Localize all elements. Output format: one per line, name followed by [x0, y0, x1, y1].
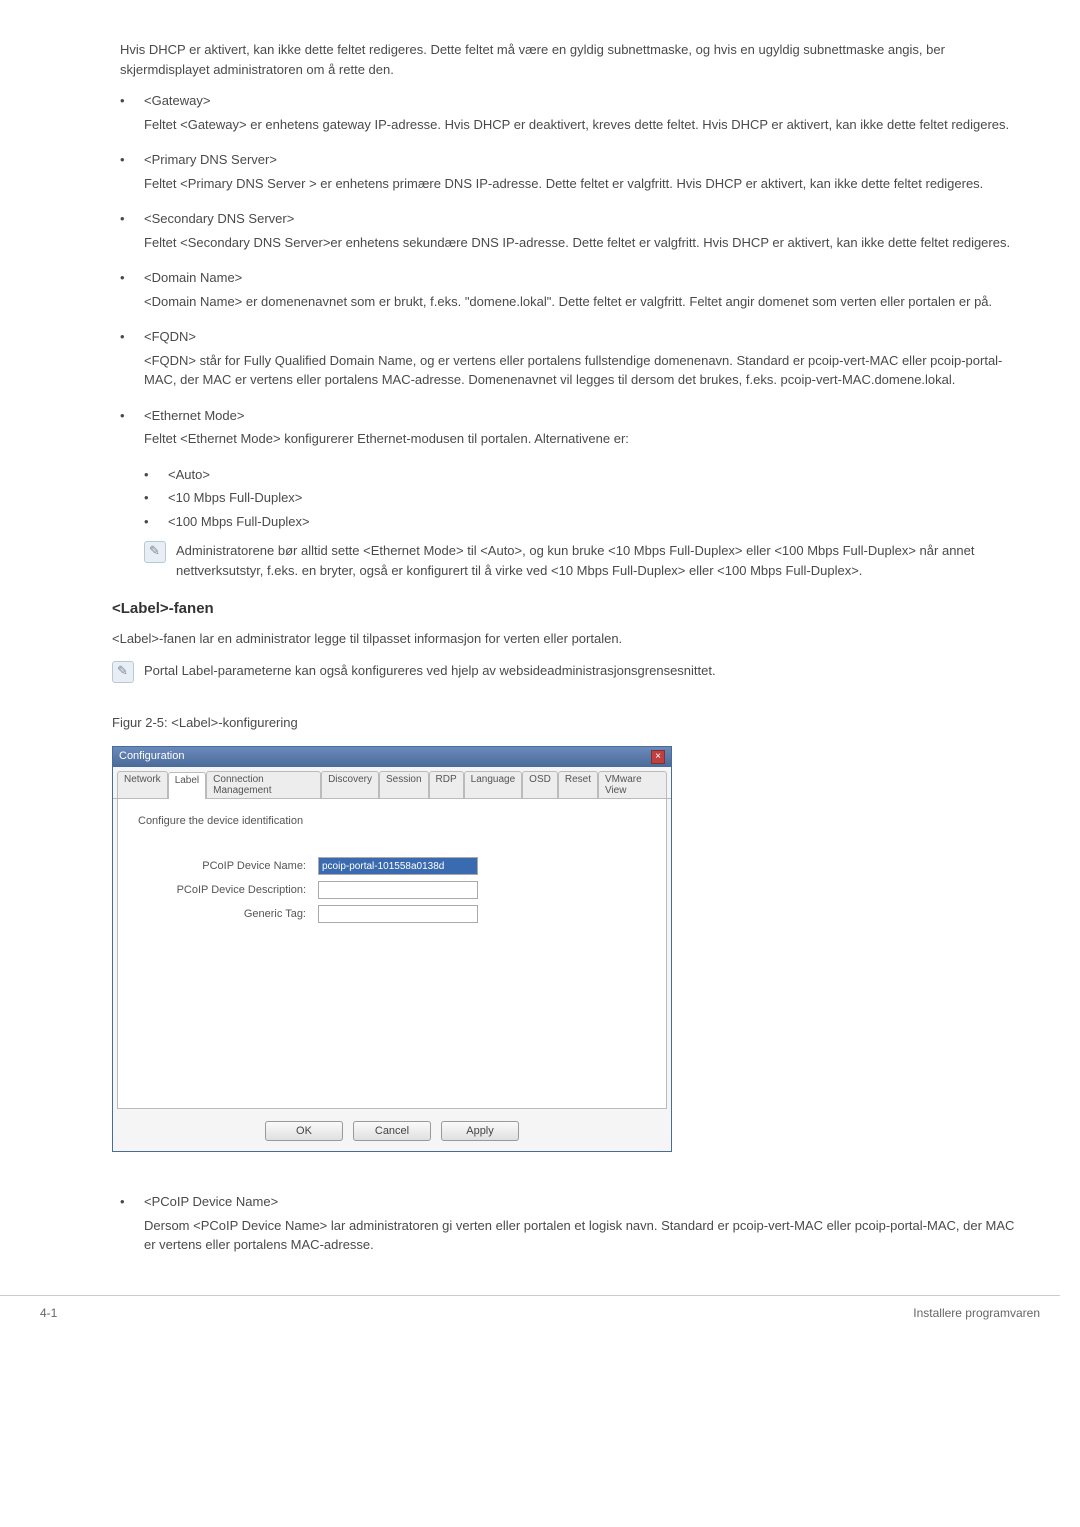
bullet-title: <Domain Name> — [144, 268, 1020, 288]
configuration-dialog-figure: Configuration × NetworkLabelConnection M… — [112, 746, 1020, 1152]
bullet-marker: • — [120, 406, 144, 459]
ok-button[interactable]: OK — [265, 1121, 343, 1141]
tab-reset[interactable]: Reset — [558, 771, 598, 798]
tab-connection-management[interactable]: Connection Management — [206, 771, 321, 798]
bullet-desc: Feltet <Primary DNS Server > er enhetens… — [144, 174, 1020, 194]
form-input[interactable] — [318, 857, 478, 875]
bullet-marker: • — [120, 268, 144, 321]
cancel-button[interactable]: Cancel — [353, 1121, 431, 1141]
apply-button[interactable]: Apply — [441, 1121, 519, 1141]
bullet-title: <Gateway> — [144, 91, 1020, 111]
tab-network[interactable]: Network — [117, 771, 168, 798]
bullet-marker: • — [120, 1192, 144, 1265]
bullet-desc: Feltet <Ethernet Mode> konfigurerer Ethe… — [144, 429, 1020, 449]
bullet-desc-pcoip-device-name: Dersom <PCoIP Device Name> lar administr… — [144, 1216, 1020, 1255]
tab-label[interactable]: Label — [168, 772, 206, 799]
bullet-title: <FQDN> — [144, 327, 1020, 347]
section-note: Portal Label-parameterne kan også konfig… — [144, 661, 1020, 683]
tab-session[interactable]: Session — [379, 771, 429, 798]
bullet-marker: • — [120, 209, 144, 262]
tab-vmware-view[interactable]: VMware View — [598, 771, 667, 798]
form-label: PCoIP Device Description: — [138, 884, 318, 896]
close-icon[interactable]: × — [651, 750, 665, 764]
tab-language[interactable]: Language — [464, 771, 523, 798]
dialog-titlebar: Configuration × — [113, 747, 671, 767]
note-text: Administratorene bør alltid sette <Ether… — [176, 541, 1020, 580]
bullet-marker: • — [120, 327, 144, 400]
footer-page-number: 4-1 — [40, 1306, 57, 1320]
tab-discovery[interactable]: Discovery — [321, 771, 379, 798]
intro-paragraph: Hvis DHCP er aktivert, kan ikke dette fe… — [120, 40, 1020, 79]
sub-bullet-text: <Auto> — [168, 465, 1020, 485]
bullet-desc: <FQDN> står for Fully Qualified Domain N… — [144, 351, 1020, 390]
form-input[interactable] — [318, 881, 478, 899]
bullet-desc: Feltet <Secondary DNS Server>er enhetens… — [144, 233, 1020, 253]
bullet-title: <Primary DNS Server> — [144, 150, 1020, 170]
tab-osd[interactable]: OSD — [522, 771, 558, 798]
bullet-title: <Secondary DNS Server> — [144, 209, 1020, 229]
note-icon — [144, 541, 166, 563]
form-label: Generic Tag: — [138, 908, 318, 920]
bullet-desc: Feltet <Gateway> er enhetens gateway IP-… — [144, 115, 1020, 135]
note-icon — [112, 661, 134, 683]
bullet-title: <Ethernet Mode> — [144, 406, 1020, 426]
figure-caption: Figur 2-5: <Label>-konfigurering — [112, 713, 1020, 733]
bullet-title-pcoip-device-name: <PCoIP Device Name> — [144, 1192, 1020, 1212]
bullet-marker: • — [144, 488, 168, 508]
form-label: PCoIP Device Name: — [138, 860, 318, 872]
sub-bullet-text: <100 Mbps Full-Duplex> — [168, 512, 1020, 532]
tab-rdp[interactable]: RDP — [429, 771, 464, 798]
dialog-body-heading: Configure the device identification — [138, 815, 646, 827]
bullet-marker: • — [120, 91, 144, 144]
form-input[interactable] — [318, 905, 478, 923]
bullet-marker: • — [144, 465, 168, 485]
bullet-marker: • — [144, 512, 168, 532]
section-title-label: <Label>-fanen — [112, 600, 1020, 617]
section-intro: <Label>-fanen lar en administrator legge… — [112, 629, 1020, 649]
bullet-desc: <Domain Name> er domenenavnet som er bru… — [144, 292, 1020, 312]
sub-bullet-text: <10 Mbps Full-Duplex> — [168, 488, 1020, 508]
tabs-row: NetworkLabelConnection ManagementDiscove… — [113, 767, 671, 799]
footer-section-name: Installere programvaren — [913, 1306, 1040, 1320]
bullet-marker: • — [120, 150, 144, 203]
dialog-title: Configuration — [119, 750, 184, 764]
